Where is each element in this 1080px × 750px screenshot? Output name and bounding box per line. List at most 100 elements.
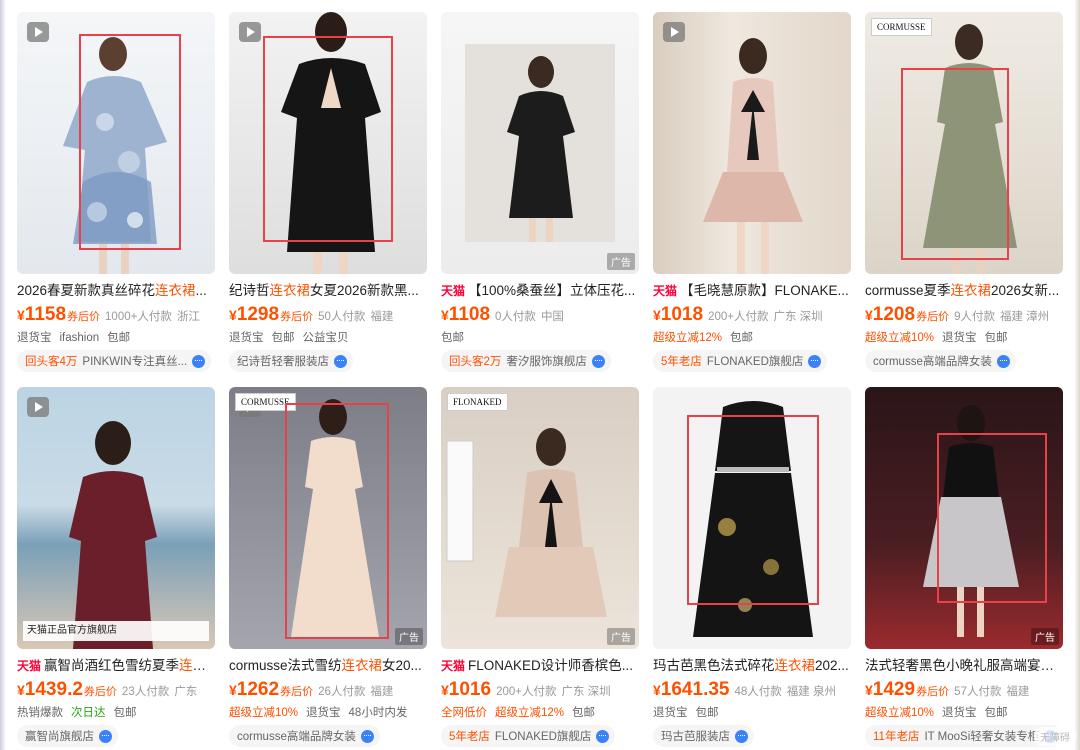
- highlight-box: [263, 36, 393, 242]
- tmall-badge: 天猫: [17, 659, 42, 673]
- after-coupon-label: 券后价: [916, 311, 950, 323]
- product-image[interactable]: [653, 12, 851, 274]
- shop-name: PINKWIN专注真丝...: [82, 356, 188, 368]
- region: 福建: [370, 311, 394, 323]
- product-image[interactable]: 天猫正品官方旗舰店: [17, 387, 215, 649]
- enter-shop-icon[interactable]: [596, 729, 610, 743]
- shop-link[interactable]: 回头客4万 PINKWIN专注真丝...: [17, 350, 212, 372]
- shop-badge: 5年老店: [661, 356, 702, 368]
- product-title[interactable]: 天猫 【毛晓慧原款】FLONAKE...: [653, 282, 851, 300]
- shop-link[interactable]: 5年老店 FLONAKED旗舰店: [653, 350, 828, 372]
- shop-badge: 11年老店: [873, 731, 920, 743]
- product-card[interactable]: 广告 法式轻奢黑色小晚礼服高端宴会... ¥1429券后价 57人付款 福建 超级立…: [865, 387, 1063, 747]
- product-card[interactable]: 天猫正品官方旗舰店 天猫 赢智尚酒红色雪纺夏季连衣... ¥1439.2券后价 23…: [17, 387, 215, 747]
- product-image[interactable]: FLONAKED 广告: [441, 387, 639, 649]
- sold-count: 57人付款: [954, 686, 1002, 698]
- shop-link[interactable]: 5年老店 FLONAKED旗舰店: [441, 725, 616, 747]
- sold-count: 50人付款: [318, 311, 366, 323]
- product-card[interactable]: 2026春夏新款真丝碎花连衣裙... ¥1158券后价 1000+人付款 浙江 退货…: [17, 12, 215, 372]
- right-edge-partial-card: [1074, 0, 1080, 750]
- product-title[interactable]: 法式轻奢黑色小晚礼服高端宴会...: [865, 657, 1063, 675]
- video-play-icon[interactable]: [239, 22, 261, 42]
- product-title[interactable]: 天猫 赢智尚酒红色雪纺夏季连衣...: [17, 657, 215, 675]
- highlight-box: [285, 403, 389, 639]
- region: 福建: [1006, 686, 1030, 698]
- price-line: ¥1208券后价 9人付款 福建 漳州: [865, 304, 1063, 326]
- after-coupon-label: 券后价: [280, 686, 314, 698]
- service-tags: 全网低价 超级立减12% 包邮: [441, 707, 596, 719]
- shop-badge: 回头客2万: [449, 356, 502, 368]
- shop-badge: 5年老店: [449, 731, 490, 743]
- product-image[interactable]: [653, 387, 851, 649]
- enter-shop-icon[interactable]: [192, 354, 206, 368]
- shop-link[interactable]: cormusse高端品牌女装: [229, 725, 380, 747]
- shop-badge: 回头客4万: [25, 356, 78, 368]
- tmall-badge: 天猫: [653, 284, 678, 298]
- video-play-icon[interactable]: [27, 397, 49, 417]
- price-line: ¥1298券后价 50人付款 福建: [229, 304, 427, 326]
- product-card[interactable]: 玛古芭黑色法式碎花连衣裙202... ¥1641.35 48人付款 福建 泉州 退货…: [653, 387, 851, 747]
- region: 福建 漳州: [999, 311, 1050, 323]
- product-image[interactable]: [17, 12, 215, 274]
- service-tags: 退货宝 包邮: [653, 707, 719, 719]
- price-line: ¥1641.35 48人付款 福建 泉州: [653, 679, 851, 701]
- price-line: ¥1439.2券后价 23人付款 广东: [17, 679, 215, 701]
- video-play-icon[interactable]: [27, 22, 49, 42]
- price: ¥1018: [653, 304, 704, 325]
- product-title[interactable]: 玛古芭黑色法式碎花连衣裙202...: [653, 657, 851, 675]
- shop-link[interactable]: cormusse高端品牌女装: [865, 350, 1016, 372]
- shop-link[interactable]: 回头客2万 奢汐服饰旗舰店: [441, 350, 611, 372]
- product-card[interactable]: 广告 天猫 【100%桑蚕丝】立体压花... ¥1108 0人付款 中国 包邮 回头客…: [441, 12, 639, 372]
- product-card[interactable]: 纪诗哲连衣裙女夏2026新款黑... ¥1298券后价 50人付款 福建 退货宝 包邮…: [229, 12, 427, 372]
- region: 福建: [370, 686, 394, 698]
- shop-link[interactable]: 纪诗哲轻奢服装店: [229, 350, 353, 372]
- product-title[interactable]: 天猫 【100%桑蚕丝】立体压花...: [441, 282, 639, 300]
- product-card[interactable]: FLONAKED 广告 天猫 FLONAKED设计师香槟色... ¥1016 200…: [441, 387, 639, 747]
- shop-name: 赢智尚旗舰店: [25, 731, 94, 743]
- product-title[interactable]: 2026春夏新款真丝碎花连衣裙...: [17, 282, 215, 300]
- product-image[interactable]: CORMUSSE: [865, 12, 1063, 274]
- tmall-badge: 天猫: [441, 659, 466, 673]
- product-card[interactable]: 天猫 【毛晓慧原款】FLONAKE... ¥1018 200+人付款 广东 深圳 超级…: [653, 12, 851, 372]
- enter-shop-icon[interactable]: [735, 729, 748, 743]
- shop-name: FLONAKED旗舰店: [494, 731, 592, 743]
- enter-shop-icon[interactable]: [99, 729, 112, 743]
- product-image[interactable]: [229, 12, 427, 274]
- sold-count: 26人付款: [318, 686, 366, 698]
- product-grid: 2026春夏新款真丝碎花连衣裙... ¥1158券后价 1000+人付款 浙江 退货…: [0, 0, 1080, 750]
- product-title[interactable]: cormusse法式雪纺连衣裙女20...: [229, 657, 427, 675]
- enter-shop-icon[interactable]: [591, 354, 605, 368]
- product-image[interactable]: 广告: [865, 387, 1063, 649]
- accessibility-button[interactable]: 无障碍: [1034, 727, 1076, 746]
- price: ¥1158: [17, 304, 67, 325]
- highlight-box: [937, 433, 1047, 603]
- shop-name: 玛古芭服装店: [661, 731, 730, 743]
- enter-shop-icon[interactable]: [360, 729, 374, 743]
- video-play-icon[interactable]: [663, 22, 685, 42]
- shop-name: cormusse高端品牌女装: [237, 731, 356, 743]
- shop-name: FLONAKED旗舰店: [706, 356, 804, 368]
- region: 广东 深圳: [773, 311, 823, 323]
- ad-label: 广告: [607, 628, 635, 645]
- service-tags: 退货宝 ifashion 包邮: [17, 332, 131, 344]
- product-card[interactable]: CORMUSSE 广告 cormusse法式雪纺连衣裙女20... ¥1262券…: [229, 387, 427, 747]
- enter-shop-icon[interactable]: [334, 354, 347, 368]
- product-title[interactable]: cormusse夏季连衣裙2026女新...: [865, 282, 1063, 300]
- product-image[interactable]: 广告: [441, 12, 639, 274]
- product-card[interactable]: CORMUSSE cormusse夏季连衣裙2026女新... ¥1208券后价…: [865, 12, 1063, 372]
- shop-link[interactable]: 赢智尚旗舰店: [17, 725, 118, 747]
- shop-name: cormusse高端品牌女装: [873, 356, 992, 368]
- region: 广东: [174, 686, 198, 698]
- shop-link[interactable]: 玛古芭服装店: [653, 725, 754, 747]
- price-line: ¥1108 0人付款 中国: [441, 304, 639, 326]
- service-tags: 热销爆款 次日达 包邮: [17, 707, 137, 719]
- shop-name: 奢汐服饰旗舰店: [506, 356, 587, 368]
- product-title[interactable]: 纪诗哲连衣裙女夏2026新款黑...: [229, 282, 427, 300]
- product-title[interactable]: 天猫 FLONAKED设计师香槟色...: [441, 657, 639, 675]
- price: ¥1108: [441, 304, 491, 325]
- enter-shop-icon[interactable]: [996, 354, 1010, 368]
- product-image[interactable]: CORMUSSE 广告: [229, 387, 427, 649]
- brand-logo: FLONAKED: [447, 393, 508, 411]
- price: ¥1262: [229, 679, 280, 700]
- enter-shop-icon[interactable]: [808, 354, 822, 368]
